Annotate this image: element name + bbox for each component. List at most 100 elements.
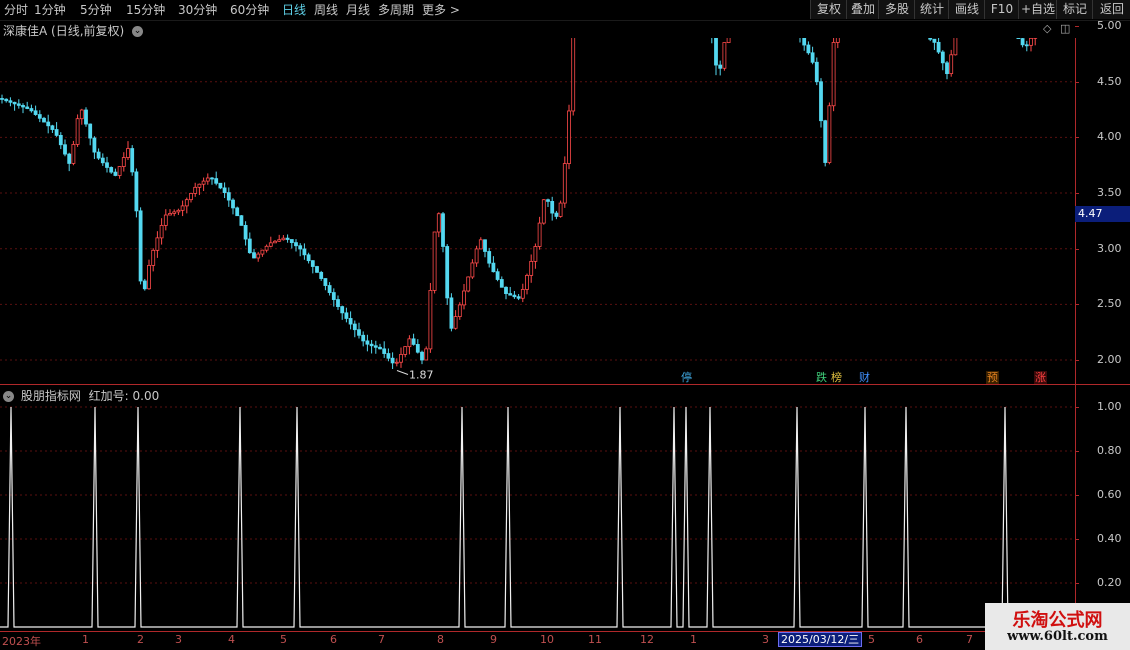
y-tick-label: 0.40: [1097, 532, 1122, 545]
candle-body: [1024, 44, 1029, 47]
candle-body: [352, 323, 357, 331]
x-label: 9: [490, 633, 497, 646]
event-badge-drop[interactable]: 跌: [815, 371, 828, 384]
tab-weekly[interactable]: 周线: [314, 2, 338, 18]
tab-daily[interactable]: 日线: [282, 2, 306, 18]
x-label: 2: [137, 633, 144, 646]
restore-rights-button[interactable]: 复权: [810, 0, 847, 19]
candle-body: [533, 246, 538, 262]
candle-body: [932, 38, 937, 43]
candle-body: [714, 38, 718, 66]
overlay-button[interactable]: 叠加: [846, 0, 879, 19]
candle-body: [226, 192, 231, 201]
event-badge-finance[interactable]: 财: [858, 371, 871, 384]
candle-body: [928, 38, 933, 40]
chevron-down-icon[interactable]: ⌄: [132, 26, 144, 37]
candle-body: [4, 98, 9, 102]
candle-body: [474, 248, 479, 264]
draw-line-button[interactable]: 画线: [948, 0, 985, 19]
candle-body: [176, 209, 181, 213]
tab-60min[interactable]: 60分钟: [230, 2, 269, 18]
y-tick-label: 0.80: [1097, 444, 1122, 457]
x-label: 12: [640, 633, 654, 646]
statistics-button[interactable]: 统计: [914, 0, 949, 19]
add-watchlist-button[interactable]: +自选: [1018, 0, 1057, 19]
tab-1min[interactable]: 1分钟: [34, 2, 66, 18]
candle-body: [441, 213, 445, 247]
candle-body: [33, 110, 38, 115]
candle-body: [37, 114, 42, 119]
mark-button[interactable]: 标记: [1056, 0, 1093, 19]
candle-body: [953, 38, 958, 56]
event-badge-forecast[interactable]: 预: [986, 371, 999, 384]
window-toggle-icon[interactable]: ◫: [1060, 22, 1070, 35]
candle-body: [831, 42, 836, 107]
candle-body: [21, 105, 25, 108]
candle-body: [390, 357, 395, 364]
tab-monthly[interactable]: 月线: [346, 2, 370, 18]
chart-mode: (日线,前复权): [51, 24, 125, 38]
tab-30min[interactable]: 30分钟: [178, 2, 217, 18]
candle-body: [483, 239, 487, 252]
event-badge-list[interactable]: 榜: [830, 371, 843, 384]
candle-body: [432, 231, 437, 291]
candle-body: [239, 215, 244, 226]
y-tick-mark: [1075, 495, 1079, 496]
candle-body: [541, 199, 546, 224]
candle-body: [243, 225, 248, 240]
candle-body: [802, 38, 807, 46]
candle-body: [29, 108, 34, 112]
candle-body: [722, 42, 727, 69]
y-tick-label: 1.00: [1097, 400, 1122, 413]
candle-body: [936, 41, 941, 53]
x-label: 8: [437, 633, 444, 646]
candle-body: [726, 38, 731, 43]
candle-body: [25, 106, 30, 109]
candle-body: [298, 245, 303, 250]
candle-body: [453, 316, 458, 329]
candle-body: [810, 52, 815, 63]
y-tick-mark: [1075, 193, 1079, 195]
tab-timeshare[interactable]: 分时: [4, 2, 28, 18]
y-tick-label: 4.00: [1097, 130, 1122, 144]
event-badge-suspend[interactable]: 停: [680, 371, 693, 384]
candle-body: [499, 279, 504, 288]
candlestick-chart[interactable]: 7.741.87: [0, 38, 1075, 384]
tab-more[interactable]: 更多 >: [422, 2, 460, 18]
multi-stock-button[interactable]: 多股: [878, 0, 915, 19]
candle-body: [495, 271, 500, 280]
candle-body: [529, 260, 534, 276]
candle-body: [16, 103, 21, 106]
indicator-line: [0, 406, 1075, 628]
candle-body: [163, 214, 168, 226]
candle-body: [546, 199, 550, 202]
y-tick-label: 0.60: [1097, 488, 1122, 501]
event-badge-rise[interactable]: 涨: [1034, 371, 1047, 384]
candle-body: [172, 211, 177, 214]
candle-body: [504, 286, 508, 294]
candle-body: [252, 252, 256, 259]
x-label: 7: [378, 633, 385, 646]
x-label: 7: [966, 633, 973, 646]
y-tick-mark: [1075, 26, 1079, 28]
candle-body: [420, 351, 424, 361]
candle-body: [109, 167, 114, 173]
candle-body: [151, 249, 156, 266]
candle-body: [50, 125, 55, 130]
candle-body: [323, 278, 328, 286]
candle-body: [100, 157, 105, 164]
diamond-icon[interactable]: ◇: [1043, 22, 1051, 35]
candle-body: [819, 81, 823, 122]
indicator-chart[interactable]: [0, 385, 1075, 631]
candle-body: [331, 292, 336, 300]
back-button[interactable]: 返回: [1092, 0, 1130, 19]
candle-body: [940, 51, 945, 64]
x-label: 5: [868, 633, 875, 646]
tab-5min[interactable]: 5分钟: [80, 2, 112, 18]
tab-multi-period[interactable]: 多周期: [378, 2, 414, 18]
candle-body: [827, 105, 832, 163]
candle-body: [12, 101, 17, 105]
y-tick-mark: [1075, 304, 1079, 306]
tab-15min[interactable]: 15分钟: [126, 2, 165, 18]
f10-button[interactable]: F10: [984, 0, 1019, 19]
